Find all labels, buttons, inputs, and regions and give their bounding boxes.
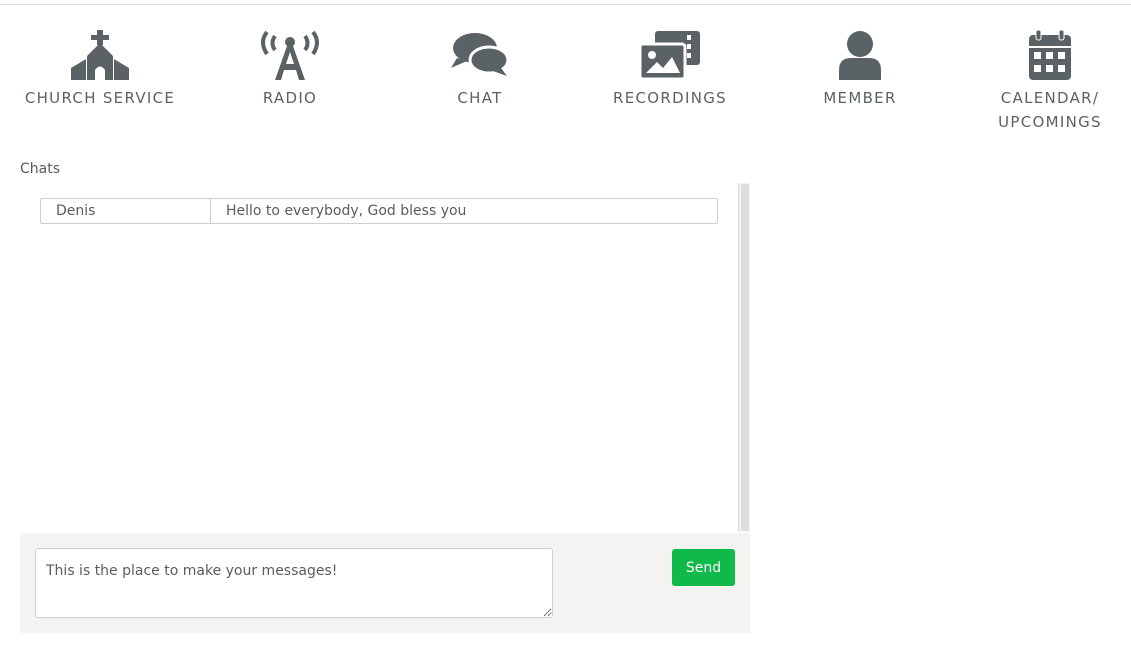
nav-item-calendar[interactable]: CALENDAR/ UPCOMINGS xyxy=(955,28,1131,134)
nav-label: CHURCH SERVICE xyxy=(24,89,176,107)
nav-label: RECORDINGS xyxy=(613,89,727,107)
send-button[interactable]: Send xyxy=(672,549,735,586)
message-author: Denis xyxy=(41,199,211,223)
main-nav: CHURCH SERVICE RADIO CHAT RECORDINGS MEM… xyxy=(0,0,1131,140)
church-icon xyxy=(68,28,132,80)
message-text: Hello to everybody, God bless you xyxy=(226,203,467,219)
chats-heading: Chats xyxy=(20,161,61,177)
nav-item-chat[interactable]: CHAT xyxy=(385,28,575,110)
calendar-icon xyxy=(1018,28,1082,80)
nav-item-radio[interactable]: RADIO xyxy=(195,28,385,110)
nav-label: MEMBER xyxy=(823,89,897,107)
message-composer: Send xyxy=(20,533,750,633)
chat-panel: Denis Hello to everybody, God bless you … xyxy=(20,183,750,633)
message-scrollbar[interactable] xyxy=(738,183,750,532)
nav-label: RADIO xyxy=(262,89,318,107)
message-input[interactable] xyxy=(35,548,553,618)
message-list: Denis Hello to everybody, God bless you xyxy=(20,183,738,532)
scrollbar-thumb[interactable] xyxy=(741,184,749,531)
nav-label: CHAT xyxy=(457,89,503,107)
chat-bubbles-icon xyxy=(448,28,512,80)
nav-item-member[interactable]: MEMBER xyxy=(765,28,955,110)
nav-label: CALENDAR/ UPCOMINGS xyxy=(998,89,1102,131)
nav-item-recordings[interactable]: RECORDINGS xyxy=(575,28,765,110)
user-icon xyxy=(828,28,892,80)
images-icon xyxy=(638,28,702,80)
nav-item-church-service[interactable]: CHURCH SERVICE xyxy=(5,28,195,110)
radio-tower-icon xyxy=(258,28,322,80)
message-row: Denis Hello to everybody, God bless you xyxy=(40,198,718,224)
